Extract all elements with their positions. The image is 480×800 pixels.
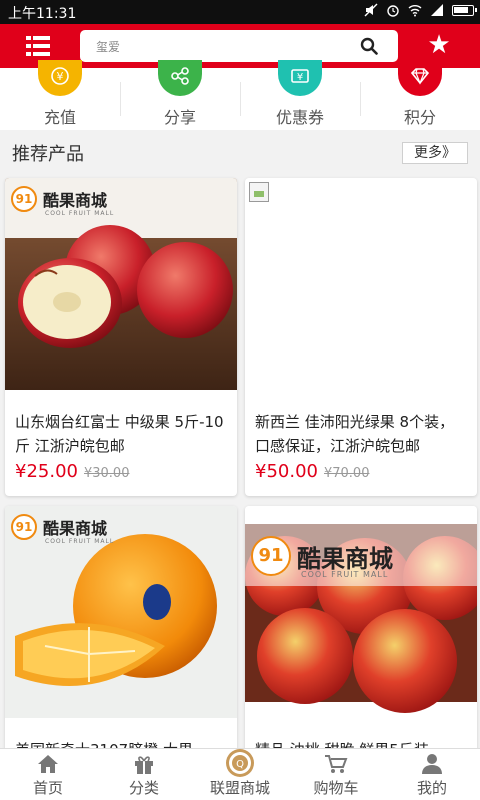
cart-icon [325, 755, 348, 773]
original-price: ¥30.00 [83, 466, 130, 481]
quick-nav: ¥ 充值 分享 ¥ 优惠券 积分 [0, 60, 480, 130]
share-icon [158, 60, 202, 96]
tab-category[interactable]: 分类 [96, 749, 192, 800]
quick-nav-share[interactable]: 分享 [120, 60, 240, 130]
product-card[interactable]: 新西兰 佳沛阳光绿果 8个装，口感保证，江浙沪皖包邮 ¥50.00 ¥70.00 [245, 178, 477, 496]
search-input[interactable]: 玺爱 [80, 30, 398, 62]
product-image-apples: 91 酷果商城 COOL FRUIT MALL [5, 178, 237, 390]
quick-nav-label: 充值 [43, 108, 76, 127]
app-screen: 上午11:31 玺爱 ★ ¥ 充值 分享 ¥ 优惠券 积分 推荐产品 更多》 9… [0, 0, 480, 800]
svg-text:¥: ¥ [297, 72, 303, 83]
favorite-star-icon[interactable]: ★ [426, 30, 452, 60]
battery-icon [452, 5, 477, 16]
brand-logo: 91 酷果商城 COOL FRUIT MALL [251, 536, 393, 579]
product-card[interactable]: 91 酷果商城 COOL FRUIT MALL 精品 油桃 甜脆 鲜果5斤装 [245, 506, 477, 766]
coupon-icon: ¥ [278, 60, 322, 96]
broken-image-icon [249, 182, 269, 202]
status-icons [364, 3, 477, 17]
tab-label: 我的 [416, 779, 447, 797]
brand-name: 酷果商城 [43, 191, 108, 210]
quick-nav-label: 积分 [403, 108, 436, 127]
tab-label: 购物车 [313, 779, 359, 797]
product-card[interactable]: 91 酷果商城 COOL FRUIT MALL 美国新奇士3107脐橙 大果 [5, 506, 237, 766]
quick-nav-coupon[interactable]: ¥ 优惠券 [240, 60, 360, 130]
alliance-mall-icon: Q [226, 749, 254, 777]
menu-icon[interactable] [26, 34, 52, 58]
tab-alliance-mall[interactable]: Q 联盟商城 [192, 749, 288, 800]
more-button[interactable]: 更多》 [402, 142, 468, 164]
brand-logo: 91 酷果商城 COOL FRUIT MALL [11, 514, 113, 545]
current-price: ¥50.00 [255, 461, 318, 482]
product-image-broken [245, 178, 477, 390]
brand-logo: 91 酷果商城 COOL FRUIT MALL [11, 186, 113, 217]
search-icon[interactable] [360, 37, 378, 55]
brand-sub: COOL FRUIT MALL [301, 570, 389, 579]
product-price: ¥50.00 ¥70.00 [255, 461, 369, 482]
tab-label: 分类 [128, 779, 159, 797]
user-icon [422, 754, 442, 774]
wifi-icon [408, 5, 422, 17]
bottom-tab-bar: 首页 分类 Q 联盟商城 购物车 我的 [0, 748, 480, 800]
svg-text:Q: Q [236, 759, 244, 770]
status-bar: 上午11:31 [0, 0, 480, 24]
quick-nav-recharge[interactable]: ¥ 充值 [0, 60, 120, 130]
tab-label: 联盟商城 [209, 779, 270, 797]
brand-name: 酷果商城 [43, 519, 108, 538]
product-name: 新西兰 佳沛阳光绿果 8个装，口感保证，江浙沪皖包邮 [255, 413, 455, 455]
mute-icon [364, 3, 378, 17]
tab-label: 首页 [32, 779, 63, 797]
signal-icon [431, 4, 443, 16]
recommended-section-header: 推荐产品 更多》 [0, 130, 480, 174]
product-image-oranges: 91 酷果商城 COOL FRUIT MALL [5, 506, 237, 718]
search-placeholder: 玺爱 [96, 40, 121, 54]
diamond-icon [398, 60, 442, 96]
current-price: ¥25.00 [15, 461, 78, 482]
alarm-icon [387, 5, 399, 17]
product-name: 山东烟台红富士 中级果 5斤-10斤 江浙沪皖包邮 [15, 413, 224, 455]
brand-sub: COOL FRUIT MALL [45, 538, 115, 545]
section-title: 推荐产品 [12, 144, 84, 165]
status-time: 上午11:31 [8, 6, 77, 22]
svg-text:¥: ¥ [57, 70, 64, 83]
tab-cart[interactable]: 购物车 [288, 749, 384, 800]
home-icon [38, 755, 58, 773]
original-price: ¥70.00 [323, 466, 370, 481]
tab-profile[interactable]: 我的 [384, 749, 480, 800]
product-image-nectarines: 91 酷果商城 COOL FRUIT MALL [245, 506, 477, 718]
quick-nav-points[interactable]: 积分 [360, 60, 480, 130]
tab-home[interactable]: 首页 [0, 749, 96, 800]
quick-nav-label: 分享 [163, 108, 196, 127]
gift-icon [135, 756, 153, 774]
product-card[interactable]: 91 酷果商城 COOL FRUIT MALL 山东烟台红富士 中级果 5斤-1… [5, 178, 237, 496]
product-price: ¥25.00 ¥30.00 [15, 461, 129, 482]
brand-sub: COOL FRUIT MALL [45, 210, 115, 217]
quick-nav-label: 优惠券 [275, 108, 324, 127]
brand-name: 酷果商城 [297, 544, 393, 573]
yen-coin-icon: ¥ [38, 60, 82, 96]
